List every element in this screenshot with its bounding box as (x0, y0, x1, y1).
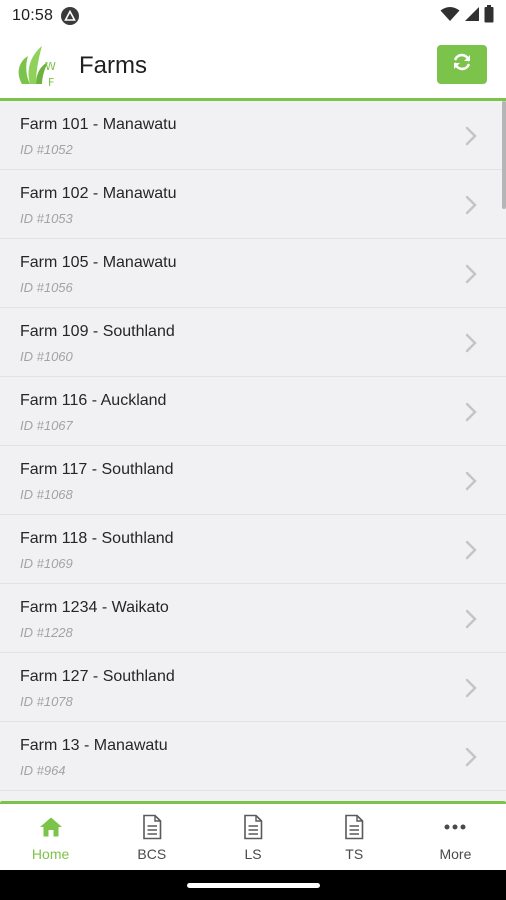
farm-id: ID #1052 (20, 142, 73, 157)
tab-ls[interactable]: LS (202, 804, 303, 870)
tab-label: BCS (137, 846, 167, 862)
refresh-button[interactable] (437, 45, 487, 84)
chevron-right-icon (465, 126, 477, 146)
farm-name: Farm 118 - Southland (20, 530, 174, 547)
notification-app-icon (61, 7, 80, 25)
home-icon (39, 814, 63, 840)
chevron-right-icon (465, 264, 477, 284)
app-bar: W F Farms (0, 32, 506, 98)
chevron-right-icon (465, 540, 477, 560)
chevron-right-icon (465, 471, 477, 491)
tab-label: More (439, 846, 472, 862)
farm-list-item[interactable]: Farm 109 - Southland ID #1060 (0, 308, 506, 377)
chevron-right-icon (465, 333, 477, 353)
chevron-right-icon (465, 747, 477, 767)
home-indicator[interactable] (187, 883, 320, 888)
cellular-signal-icon (464, 6, 480, 27)
farm-id: ID #1069 (20, 556, 73, 571)
document-icon (241, 814, 265, 840)
farm-name: Farm 105 - Manawatu (20, 254, 177, 271)
farm-list-item[interactable]: Farm 105 - Manawatu ID #1056 (0, 239, 506, 308)
farm-name: Farm 1234 - Waikato (20, 599, 169, 616)
battery-icon (484, 4, 494, 28)
farm-id: ID #1053 (20, 211, 73, 226)
farm-list-item[interactable]: Farm 117 - Southland ID #1068 (0, 446, 506, 515)
farm-list-item[interactable]: Farm 13 - Manawatu ID #964 (0, 722, 506, 791)
wifi-icon (440, 6, 460, 27)
farm-id: ID #1056 (20, 280, 73, 295)
system-navigation-bar (0, 870, 506, 900)
farm-list-item[interactable]: Farm 116 - Auckland ID #1067 (0, 377, 506, 446)
farm-name: Farm 13 - Manawatu (20, 737, 168, 754)
farm-id: ID #1228 (20, 625, 73, 640)
farm-list-item[interactable]: Farm 1234 - Waikato ID #1228 (0, 584, 506, 653)
document-icon (140, 814, 164, 840)
tab-label: Home (31, 846, 70, 862)
tab-label: TS (345, 846, 364, 862)
tab-home[interactable]: Home (0, 804, 101, 870)
tab-ts[interactable]: TS (304, 804, 405, 870)
farm-id: ID #1067 (20, 418, 73, 433)
logo-lettering: W (45, 60, 56, 73)
farm-name: Farm 117 - Southland (20, 461, 174, 478)
tab-label: LS (244, 846, 262, 862)
chevron-right-icon (465, 609, 477, 629)
page-title: Farms (79, 52, 147, 79)
farm-name: Farm 116 - Auckland (20, 392, 167, 409)
farm-list-item[interactable]: Farm 118 - Southland ID #1069 (0, 515, 506, 584)
farm-name: Farm 101 - Manawatu (20, 116, 177, 133)
status-indicators (440, 4, 494, 28)
farm-id: ID #1068 (20, 487, 73, 502)
status-time: 10:58 (12, 7, 54, 24)
chevron-right-icon (465, 678, 477, 698)
farm-name: Farm 109 - Southland (20, 323, 175, 340)
farm-name: Farm 127 - Southland (20, 668, 175, 685)
tab-more[interactable]: More (405, 804, 506, 870)
svg-text:F: F (48, 76, 54, 89)
scrollbar[interactable] (502, 101, 506, 209)
farm-list-item[interactable]: Farm 127 - Southland ID #1078 (0, 653, 506, 722)
tab-bcs[interactable]: BCS (101, 804, 202, 870)
more-dots-icon (443, 814, 467, 840)
farm-name: Farm 102 - Manawatu (20, 185, 177, 202)
refresh-icon (451, 51, 473, 78)
farm-id: ID #964 (20, 763, 66, 778)
bottom-tab-bar: Home BCS LS TS More (0, 804, 506, 870)
farm-id: ID #1078 (20, 694, 73, 709)
farm-list-item[interactable]: Farm 101 - Manawatu ID #1052 (0, 101, 506, 170)
chevron-right-icon (465, 195, 477, 215)
status-bar: 10:58 (0, 0, 506, 32)
farm-list-item[interactable]: Farm 102 - Manawatu ID #1053 (0, 170, 506, 239)
chevron-right-icon (465, 402, 477, 422)
farm-list[interactable]: Farm 101 - Manawatu ID #1052 Farm 102 - … (0, 101, 506, 801)
farm-id: ID #1060 (20, 349, 73, 364)
farm-logo: W F (12, 40, 62, 90)
document-icon (342, 814, 366, 840)
